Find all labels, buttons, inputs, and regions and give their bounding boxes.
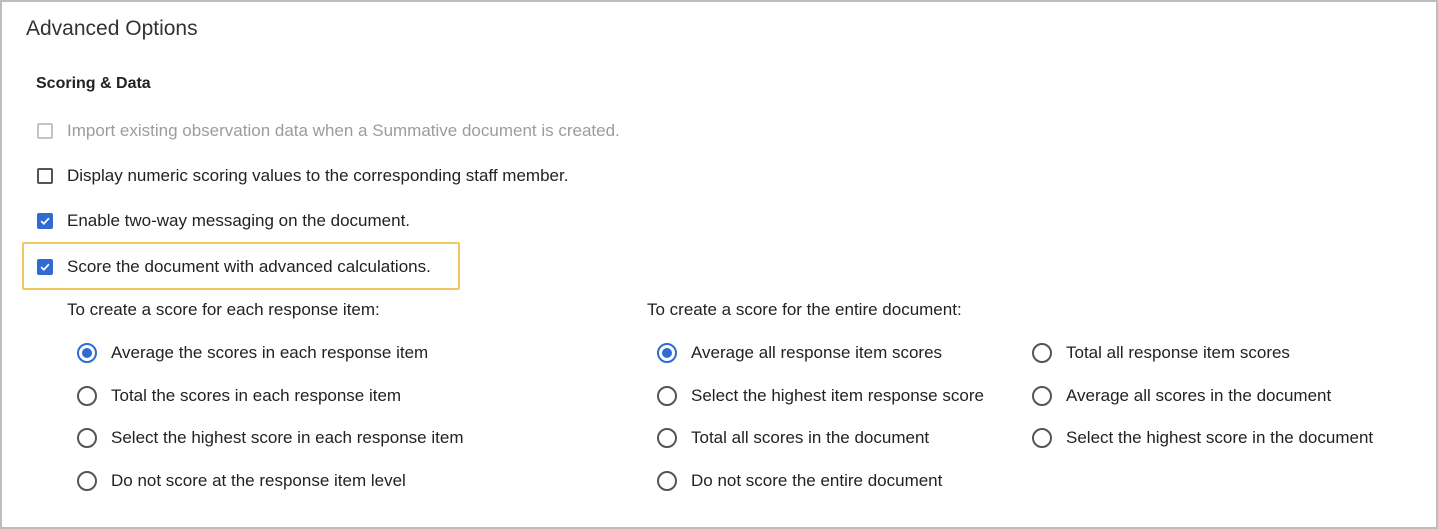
radio-label: Select the highest score in the document (1066, 428, 1374, 447)
radio-unselected-icon (1032, 428, 1052, 448)
radio-unselected-icon (1032, 386, 1052, 406)
checkbox-two-way-messaging[interactable]: Enable two-way messaging on the document… (37, 210, 410, 232)
radio-no-document-score[interactable]: Do not score the entire document (657, 470, 942, 492)
radio-average-scores-each-item[interactable]: Average the scores in each response item (77, 342, 428, 364)
radio-unselected-icon (657, 471, 677, 491)
document-scoring-title: To create a score for the entire documen… (647, 300, 962, 319)
radio-label: Average all scores in the document (1066, 386, 1332, 405)
radio-highest-score-each-item[interactable]: Select the highest score in each respons… (77, 427, 463, 449)
radio-label: Total the scores in each response item (111, 386, 402, 405)
item-scoring-title: To create a score for each response item… (67, 300, 380, 319)
radio-unselected-icon (657, 386, 677, 406)
section-title-scoring-data: Scoring & Data (36, 75, 151, 92)
radio-unselected-icon (1032, 343, 1052, 363)
radio-total-all-document-scores[interactable]: Total all scores in the document (657, 427, 929, 449)
radio-highest-score-in-document[interactable]: Select the highest score in the document (1032, 427, 1373, 449)
radio-label: Do not score the entire document (691, 471, 943, 490)
checkbox-unchecked-icon (37, 168, 53, 184)
radio-label: Select the highest item response score (691, 386, 984, 405)
radio-selected-icon (657, 343, 677, 363)
checkbox-label: Score the document with advanced calcula… (67, 257, 431, 276)
radio-average-all-item-scores[interactable]: Average all response item scores (657, 342, 942, 364)
checkbox-label: Enable two-way messaging on the document… (67, 211, 411, 230)
radio-label: Do not score at the response item level (111, 471, 406, 490)
checkbox-checked-icon (37, 259, 53, 275)
panel-title: Advanced Options (26, 17, 198, 40)
checkbox-unchecked-icon (37, 123, 53, 139)
checkbox-label: Display numeric scoring values to the co… (67, 166, 569, 185)
radio-average-all-document-scores[interactable]: Average all scores in the document (1032, 385, 1331, 407)
radio-label: Total all scores in the document (691, 428, 930, 447)
radio-unselected-icon (657, 428, 677, 448)
radio-total-all-item-scores[interactable]: Total all response item scores (1032, 342, 1290, 364)
checkbox-advanced-calculations[interactable]: Score the document with advanced calcula… (37, 256, 431, 278)
advanced-options-panel: Advanced Options Scoring & Data Import e… (0, 0, 1438, 529)
radio-no-item-level-score[interactable]: Do not score at the response item level (77, 470, 406, 492)
radio-total-scores-each-item[interactable]: Total the scores in each response item (77, 385, 401, 407)
checkbox-import-observation-data[interactable]: Import existing observation data when a … (37, 120, 620, 142)
radio-label: Total all response item scores (1066, 343, 1290, 362)
radio-highest-item-response-score[interactable]: Select the highest item response score (657, 385, 984, 407)
radio-selected-icon (77, 343, 97, 363)
checkbox-display-numeric-scoring[interactable]: Display numeric scoring values to the co… (37, 165, 568, 187)
checkbox-checked-icon (37, 213, 53, 229)
radio-unselected-icon (77, 471, 97, 491)
radio-unselected-icon (77, 428, 97, 448)
checkbox-label: Import existing observation data when a … (67, 121, 620, 140)
radio-label: Average all response item scores (691, 343, 943, 362)
radio-unselected-icon (77, 386, 97, 406)
radio-label: Average the scores in each response item (111, 343, 429, 362)
radio-label: Select the highest score in each respons… (111, 428, 464, 447)
